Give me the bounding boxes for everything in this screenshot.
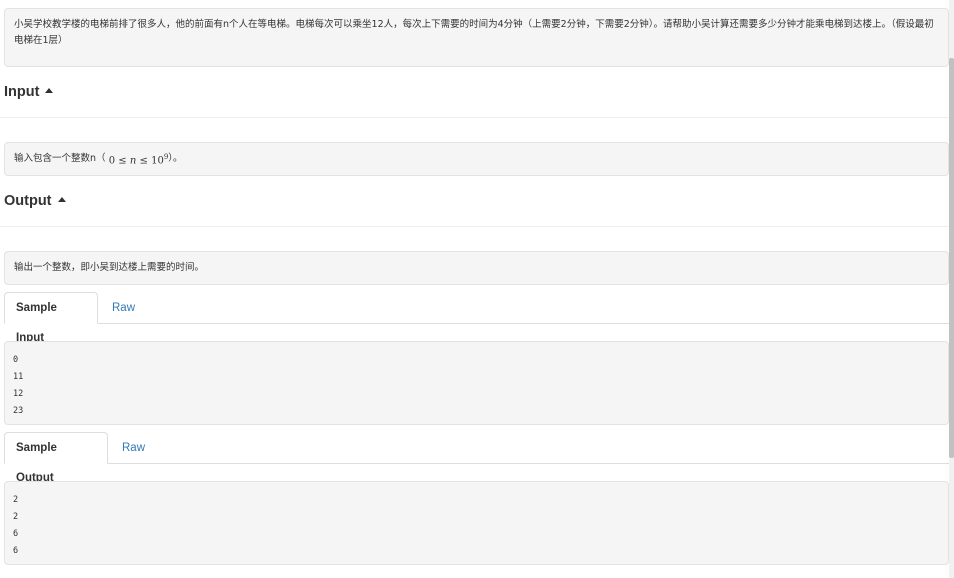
sample-input-line: 12	[13, 389, 24, 399]
math-lower-bound: 0	[108, 155, 116, 167]
input-description: 输入包含一个整数n（ 0 ≤ n ≤ 109 ）。	[4, 142, 949, 176]
output-text: 输出一个整数，即小吴到达楼上需要的时间。	[14, 262, 205, 273]
tab-sample-input[interactable]: Sample Input	[4, 292, 98, 344]
sample-output-line: 6	[13, 529, 19, 539]
caret-up-icon	[57, 197, 66, 202]
sample-input-line: 23	[13, 406, 24, 416]
scrollbar-thumb[interactable]	[949, 58, 954, 458]
sample-input-block: 0 11 12 23	[4, 341, 949, 425]
sample-output-line: 2	[13, 495, 19, 505]
input-heading-label: Input	[4, 84, 40, 100]
divider	[0, 117, 949, 118]
sample-input-line: 11	[13, 372, 24, 382]
divider	[0, 226, 949, 227]
caret-up-icon	[45, 88, 54, 93]
sample-input-line: 0	[13, 355, 19, 365]
tab-sample-input-raw[interactable]: Raw	[100, 292, 147, 323]
math-le-symbol: ≤	[118, 155, 127, 167]
sample-output-line: 2	[13, 512, 19, 522]
sample-output-tabs: Sample Output Raw	[4, 432, 949, 484]
math-variable: n	[129, 155, 137, 167]
input-heading[interactable]: Input	[4, 83, 54, 101]
sample-input-tabs: Sample Input Raw	[4, 292, 949, 344]
sample-output-block: 2 2 6 6	[4, 481, 949, 565]
input-text-suffix: ）。	[168, 153, 183, 164]
problem-page: 小吴学校教学楼的电梯前排了很多人，他的前面有n个人在等电梯。电梯每次可以乘坐12…	[0, 0, 954, 578]
output-heading-label: Output	[4, 193, 52, 209]
description-text: 小吴学校教学楼的电梯前排了很多人，他的前面有n个人在等电梯。电梯每次可以乘坐12…	[14, 19, 934, 46]
tab-sample-output-raw[interactable]: Raw	[110, 432, 157, 463]
vertical-scrollbar[interactable]	[949, 0, 954, 578]
math-base: 10	[151, 155, 164, 167]
input-constraint-math: 0 ≤ n ≤ 109	[106, 149, 169, 169]
math-le-symbol: ≤	[139, 155, 148, 167]
tab-sample-output[interactable]: Sample Output	[4, 432, 108, 484]
sample-output-line: 6	[13, 546, 19, 556]
output-description: 输出一个整数，即小吴到达楼上需要的时间。	[4, 251, 949, 285]
input-text-prefix: 输入包含一个整数n（	[14, 153, 106, 164]
problem-description: 小吴学校教学楼的电梯前排了很多人，他的前面有n个人在等电梯。电梯每次可以乘坐12…	[4, 8, 949, 67]
output-heading[interactable]: Output	[4, 192, 66, 210]
